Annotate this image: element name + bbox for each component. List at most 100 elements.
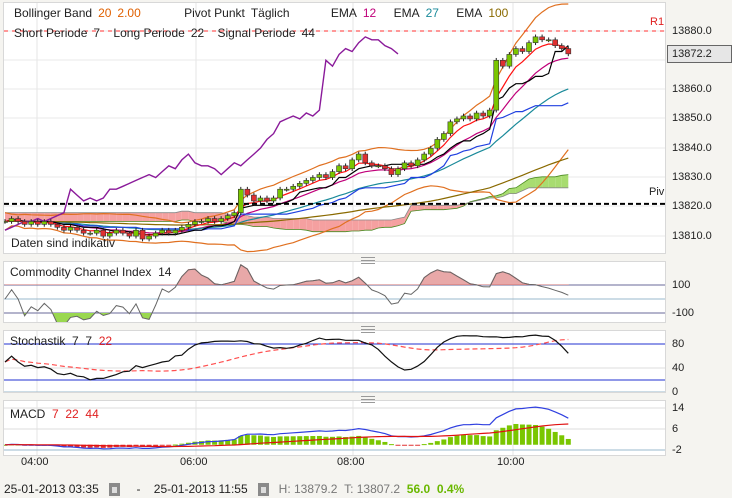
- ema3-period: 100: [488, 6, 509, 20]
- candle-body: [244, 188, 251, 196]
- candle-body: [493, 59, 500, 111]
- macd-histogram-bar: [565, 438, 571, 445]
- candle-body: [480, 112, 486, 117]
- stoch-title: Stochastik 7 7 22: [10, 334, 112, 348]
- ichimoku-cloud-segment: [181, 211, 189, 220]
- candle-body: [238, 188, 244, 213]
- candle-body: [8, 218, 15, 222]
- candle-body: [355, 153, 362, 161]
- candle-body: [28, 221, 35, 225]
- macd-tick: -2: [672, 444, 682, 456]
- long-value: 22: [190, 26, 205, 40]
- macd-histogram-bar: [402, 444, 408, 446]
- signal-label: Signal Periode: [217, 26, 296, 40]
- ichimoku-cloud-segment: [293, 218, 300, 230]
- candle-body: [467, 115, 473, 120]
- macd-histogram-bar: [172, 444, 178, 446]
- macd-histogram-bar: [487, 436, 493, 445]
- candle-body: [545, 39, 552, 42]
- candle-body: [126, 232, 133, 237]
- macd-histogram-bar: [388, 444, 394, 446]
- stoch-d: 22: [98, 334, 113, 348]
- macd-histogram-bar: [467, 435, 473, 445]
- time-tick: 08:00: [337, 456, 365, 468]
- price-tick: 13850.0: [672, 112, 712, 124]
- ema1-period: 12: [362, 6, 377, 20]
- ema2-period: 27: [425, 6, 439, 20]
- macd-title-text: MACD: [10, 407, 46, 421]
- candle-body: [93, 229, 100, 234]
- low-value: T: 13807.2: [344, 482, 401, 496]
- candle-body: [388, 168, 395, 175]
- macd-histogram-bar: [290, 436, 296, 445]
- pivot-label: Pivot Punkt: [184, 6, 245, 20]
- macd-histogram-bar: [159, 444, 165, 446]
- ichimoku-cloud-segment: [319, 219, 326, 232]
- candle-body: [4, 221, 8, 223]
- macd-histogram-bar: [271, 436, 277, 445]
- ichimoku-cloud-segment: [306, 218, 313, 232]
- to-date[interactable]: 25-01-2013 11:55: [154, 482, 248, 496]
- candle-body: [329, 171, 336, 178]
- footer-bar: 25-01-2013 03:35 - 25-01-2013 11:55 H: 1…: [4, 482, 465, 497]
- calendar-icon[interactable]: [257, 483, 269, 497]
- candle-body: [87, 232, 93, 235]
- ichimoku-cloud-segment: [312, 219, 320, 232]
- macd-histogram-bar: [284, 436, 290, 445]
- candle-body: [198, 221, 205, 223]
- macd-histogram-bar: [421, 444, 427, 446]
- ichimoku-cloud-segment: [430, 205, 438, 210]
- time-tick: 04:00: [21, 456, 49, 468]
- ichimoku-cloud-segment: [424, 205, 431, 210]
- signal-value: 44: [301, 26, 315, 40]
- resize-handle[interactable]: [361, 396, 375, 403]
- candle-body: [375, 165, 382, 168]
- macd-histogram-bar: [513, 423, 519, 445]
- candle-body: [159, 229, 165, 234]
- macd-histogram-bar: [382, 441, 388, 445]
- candle-body: [146, 235, 152, 240]
- candle-body: [526, 42, 532, 52]
- ema-label: EMA: [330, 6, 357, 20]
- ichimoku-cloud-segment: [365, 219, 372, 231]
- candle-body: [382, 165, 388, 170]
- change-value: 56.0: [406, 482, 431, 496]
- cci-tick: -100: [672, 307, 695, 319]
- candle-body: [218, 218, 224, 222]
- from-date[interactable]: 25-01-2013 03:35: [4, 482, 99, 496]
- ichimoku-cloud-segment: [561, 174, 569, 188]
- candle-body: [473, 112, 480, 120]
- stoch-k: 7: [72, 334, 79, 348]
- candle-body: [192, 221, 198, 225]
- candle-body: [296, 183, 303, 187]
- candle-body: [283, 188, 290, 191]
- macd-histogram-bar: [362, 437, 368, 445]
- candle-body: [539, 36, 545, 41]
- candle-body: [231, 212, 238, 216]
- candle-body: [513, 48, 519, 55]
- macd-histogram-bar: [395, 444, 401, 446]
- price-tick: 13820.0: [672, 200, 712, 212]
- candle-body: [506, 54, 513, 67]
- macd-fast: 7: [52, 407, 59, 421]
- candle-body: [342, 165, 349, 170]
- candle-body: [310, 177, 316, 181]
- candle-body: [460, 115, 467, 120]
- macd-histogram-bar: [244, 434, 250, 445]
- macd-histogram-bar: [441, 439, 447, 445]
- candle-body: [565, 48, 572, 55]
- high-value: H: 13879.2: [278, 482, 338, 496]
- macd-histogram-bar: [330, 436, 335, 445]
- ichimoku-cloud-segment: [358, 219, 366, 231]
- bollinger-label: Bollinger Band: [14, 6, 93, 20]
- macd-histogram-bar: [454, 435, 460, 445]
- resize-handle[interactable]: [361, 326, 375, 333]
- candle-body: [165, 229, 172, 234]
- resize-handle[interactable]: [361, 257, 375, 264]
- chikou-span: [4, 36, 399, 231]
- change-percent: 0.4%: [436, 482, 465, 496]
- calendar-icon[interactable]: [108, 483, 120, 497]
- candle-body: [316, 174, 323, 178]
- macd-tick: 14: [672, 402, 685, 414]
- candle-body: [185, 224, 192, 228]
